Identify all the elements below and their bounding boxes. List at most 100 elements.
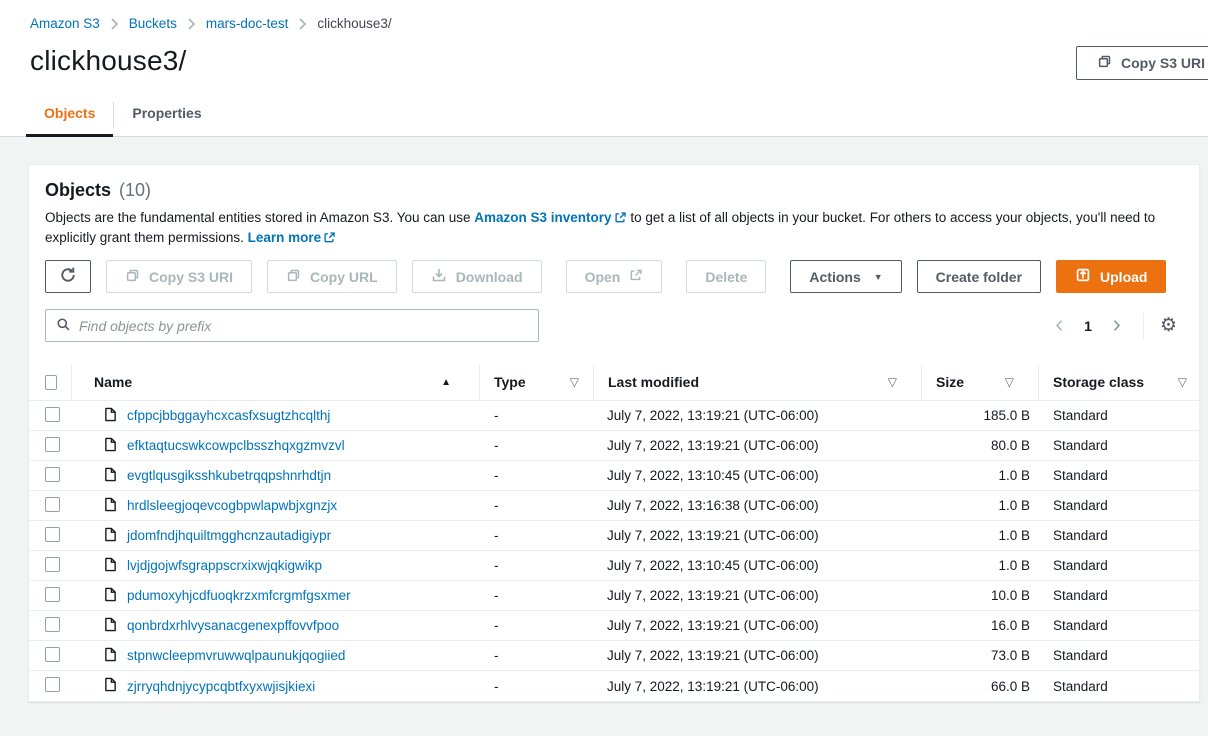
row-checkbox[interactable]	[45, 407, 60, 422]
object-name-link[interactable]: pdumoxyhjcdfuoqkrzxmfcrgmfgsxmer	[127, 588, 351, 603]
row-checkbox[interactable]	[45, 497, 60, 512]
object-name-link[interactable]: zjrryqhdnjycypcqbtfxyxwjisjkiexi	[127, 679, 315, 694]
breadcrumb-link-amazon-s3[interactable]: Amazon S3	[30, 16, 100, 31]
object-last-modified: July 7, 2022, 13:16:38 (UTC-06:00)	[593, 498, 921, 513]
object-last-modified: July 7, 2022, 13:19:21 (UTC-06:00)	[593, 438, 921, 453]
object-size: 1.0 B	[921, 498, 1038, 513]
object-name-link[interactable]: qonbrdxrhlvysanacgenexpffovvfpoo	[127, 618, 339, 633]
delete-button[interactable]: Delete	[686, 260, 766, 293]
file-icon	[104, 677, 117, 695]
object-name-link[interactable]: efktaqtucswkcowpclbsszhqxgzmvzvl	[127, 438, 345, 453]
row-checkbox[interactable]	[45, 467, 60, 482]
page-title: clickhouse3/	[30, 45, 1208, 77]
sort-icon: ▽	[1178, 375, 1187, 389]
file-icon	[104, 467, 117, 485]
row-checkbox[interactable]	[45, 587, 60, 602]
object-size: 66.0 B	[921, 679, 1038, 694]
object-count-badge: (10)	[119, 180, 151, 201]
column-header-last-modified[interactable]: Last modified▽	[593, 364, 921, 400]
create-folder-button[interactable]: Create folder	[917, 260, 1041, 293]
table-row: zjrryqhdnjycypcqbtfxyxwjisjkiexi - July …	[29, 671, 1199, 701]
search-input[interactable]	[79, 318, 528, 334]
file-icon	[104, 527, 117, 545]
object-name-link[interactable]: jdomfndjhquiltmgghcnzautadigiypr	[127, 528, 331, 543]
object-type: -	[479, 528, 593, 543]
current-page-number[interactable]: 1	[1074, 318, 1102, 334]
next-page-button[interactable]	[1106, 314, 1127, 337]
search-icon	[56, 317, 71, 335]
column-header-name[interactable]: Name▲	[71, 364, 479, 400]
copy-icon	[125, 268, 140, 286]
pagination-divider	[1143, 313, 1144, 339]
table-body: cfppcjbbggayhcxcasfxsugtzhcqlthj - July …	[29, 401, 1199, 701]
external-link-icon	[323, 231, 336, 244]
table-header-row: Name▲ Type▽ Last modified▽ Size▽ Storage…	[29, 364, 1199, 401]
table-row: cfppcjbbggayhcxcasfxsugtzhcqlthj - July …	[29, 401, 1199, 431]
table-row: hrdlsleegjoqevcogbpwlapwbjxgnzjx - July …	[29, 491, 1199, 521]
upload-icon	[1075, 267, 1091, 286]
copy-s3-uri-button[interactable]: Copy S3 URI	[106, 260, 252, 293]
copy-icon	[1097, 54, 1112, 72]
sort-ascending-icon: ▲	[441, 377, 451, 388]
row-checkbox[interactable]	[45, 617, 60, 632]
object-storage-class: Standard	[1038, 528, 1199, 543]
tab-properties[interactable]: Properties	[114, 97, 219, 137]
object-last-modified: July 7, 2022, 13:19:21 (UTC-06:00)	[593, 648, 921, 663]
settings-gear-icon[interactable]: ⚙	[1160, 316, 1177, 335]
upload-button[interactable]: Upload	[1056, 260, 1166, 293]
sort-icon: ▽	[570, 375, 579, 389]
breadcrumb-link-buckets[interactable]: Buckets	[129, 16, 177, 31]
column-header-size[interactable]: Size▽	[921, 364, 1038, 400]
object-type: -	[479, 408, 593, 423]
object-size: 10.0 B	[921, 588, 1038, 603]
copy-s3-uri-header-button[interactable]: Copy S3 URI	[1076, 46, 1208, 80]
object-name-link[interactable]: lvjdjgojwfsgrappscrxixwjqkigwikp	[127, 558, 322, 573]
column-header-type[interactable]: Type▽	[479, 364, 593, 400]
table-row: stpnwcleepmvruwwqlpaunukjqogiied - July …	[29, 641, 1199, 671]
caret-down-icon: ▼	[874, 272, 883, 282]
row-checkbox[interactable]	[45, 527, 60, 542]
object-type: -	[479, 648, 593, 663]
open-button[interactable]: Open	[566, 260, 663, 293]
object-storage-class: Standard	[1038, 468, 1199, 483]
breadcrumb: Amazon S3 Buckets mars-doc-test clickhou…	[0, 0, 1208, 31]
page-content: Objects (10) Objects are the fundamental…	[0, 137, 1208, 715]
learn-more-link[interactable]: Learn more	[248, 230, 337, 245]
refresh-button[interactable]	[45, 260, 91, 293]
tab-objects[interactable]: Objects	[26, 97, 113, 137]
object-type: -	[479, 618, 593, 633]
object-storage-class: Standard	[1038, 438, 1199, 453]
object-last-modified: July 7, 2022, 13:10:45 (UTC-06:00)	[593, 558, 921, 573]
table-row: lvjdjgojwfsgrappscrxixwjqkigwikp - July …	[29, 551, 1199, 581]
objects-description: Objects are the fundamental entities sto…	[45, 208, 1179, 248]
file-icon	[104, 617, 117, 635]
object-name-link[interactable]: hrdlsleegjoqevcogbpwlapwbjxgnzjx	[127, 498, 337, 513]
external-link-icon	[629, 268, 643, 285]
download-button[interactable]: Download	[412, 260, 542, 293]
previous-page-button[interactable]	[1049, 314, 1070, 337]
sort-icon: ▽	[888, 375, 897, 389]
object-storage-class: Standard	[1038, 558, 1199, 573]
object-name-link[interactable]: stpnwcleepmvruwwqlpaunukjqogiied	[127, 648, 345, 663]
row-checkbox[interactable]	[45, 677, 60, 692]
file-icon	[104, 407, 117, 425]
actions-dropdown-button[interactable]: Actions▼	[790, 260, 901, 293]
row-checkbox[interactable]	[45, 647, 60, 662]
object-name-link[interactable]: cfppcjbbggayhcxcasfxsugtzhcqlthj	[127, 408, 330, 423]
amazon-s3-inventory-link[interactable]: Amazon S3 inventory	[474, 210, 626, 225]
object-last-modified: July 7, 2022, 13:19:21 (UTC-06:00)	[593, 679, 921, 694]
page-header: Amazon S3 Buckets mars-doc-test clickhou…	[0, 0, 1208, 137]
file-icon	[104, 437, 117, 455]
column-header-storage-class[interactable]: Storage class▽	[1038, 364, 1199, 400]
object-name-link[interactable]: evgtlqusgiksshkubetrqqpshnrhdtjn	[127, 468, 331, 483]
copy-url-button[interactable]: Copy URL	[267, 260, 397, 293]
row-checkbox[interactable]	[45, 557, 60, 572]
object-storage-class: Standard	[1038, 498, 1199, 513]
table-row: pdumoxyhjcdfuoqkrzxmfcrgmfgsxmer - July …	[29, 581, 1199, 611]
row-checkbox[interactable]	[45, 437, 60, 452]
refresh-icon	[59, 266, 77, 287]
table-row: efktaqtucswkcowpclbsszhqxgzmvzvl - July …	[29, 431, 1199, 461]
select-all-checkbox[interactable]	[45, 375, 57, 390]
breadcrumb-link-bucket-name[interactable]: mars-doc-test	[206, 16, 289, 31]
copy-icon	[286, 268, 301, 286]
